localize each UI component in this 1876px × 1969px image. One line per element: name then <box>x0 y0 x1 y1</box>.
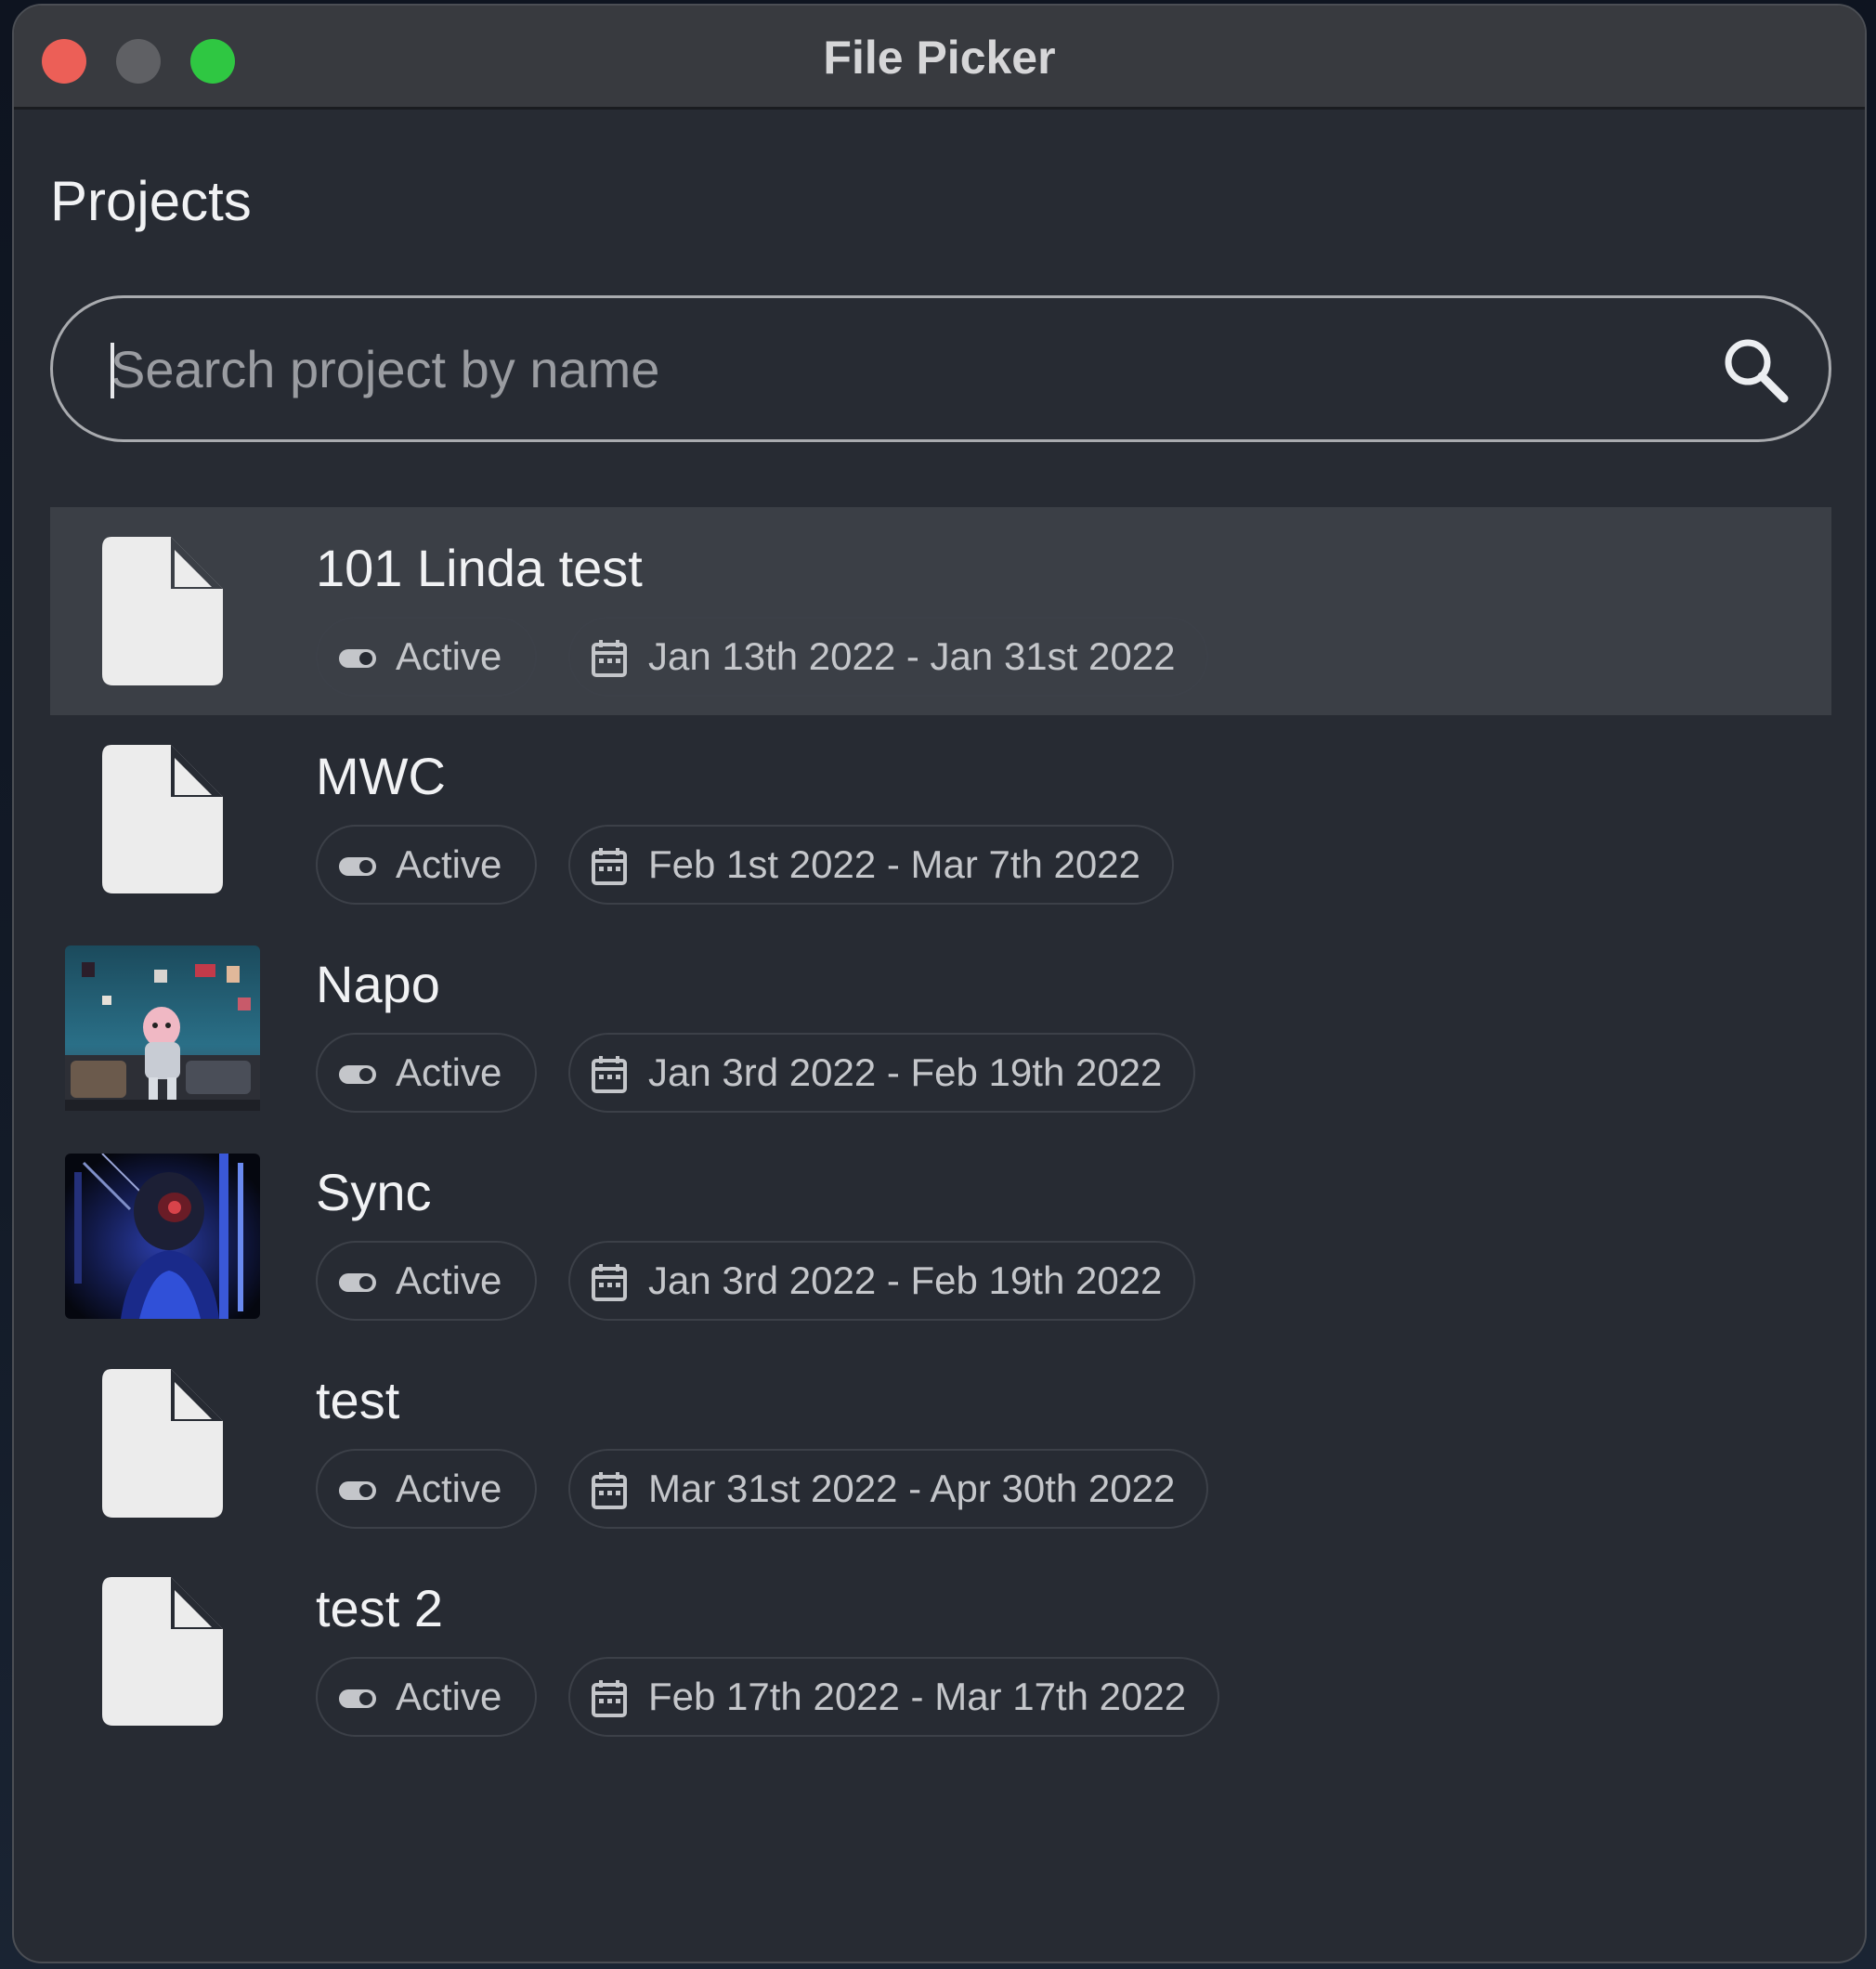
status-label: Active <box>396 1258 502 1302</box>
date-range-label: Jan 13th 2022 - Jan 31st 2022 <box>648 634 1176 678</box>
project-row[interactable]: MWC Active Feb 1st 2022 - Mar 7th 2022 <box>50 715 1831 923</box>
project-row[interactable]: 101 Linda test Active Jan 13th 2022 - Ja… <box>50 507 1831 715</box>
status-chip: Active <box>316 1241 537 1321</box>
toggle-icon <box>339 1273 376 1292</box>
project-name: 101 Linda test <box>316 539 643 597</box>
document-icon <box>102 745 223 893</box>
project-thumbnail <box>65 945 260 1111</box>
window-title: File Picker <box>823 32 1056 84</box>
date-range-chip: Jan 3rd 2022 - Feb 19th 2022 <box>568 1241 1196 1321</box>
project-row[interactable]: test Active Mar 31st 2022 - Apr 30th 202… <box>50 1339 1831 1547</box>
calendar-icon <box>592 1680 627 1717</box>
document-icon <box>102 537 223 685</box>
calendar-icon <box>592 1264 627 1301</box>
status-chip: Active <box>316 617 537 697</box>
title-bar: File Picker <box>14 6 1865 110</box>
status-label: Active <box>396 842 502 886</box>
date-range-label: Mar 31st 2022 - Apr 30th 2022 <box>648 1467 1176 1510</box>
page-title: Projects <box>50 170 252 232</box>
status-chip: Active <box>316 1449 537 1529</box>
status-chip: Active <box>316 825 537 905</box>
toggle-icon <box>339 649 376 668</box>
status-label: Active <box>396 1675 502 1718</box>
project-name: test 2 <box>316 1579 443 1637</box>
date-range-chip: Feb 17th 2022 - Mar 17th 2022 <box>568 1657 1220 1737</box>
search-icon[interactable] <box>1721 335 1790 404</box>
project-list: 101 Linda test Active Jan 13th 2022 - Ja… <box>50 507 1831 1755</box>
search-box <box>50 295 1831 442</box>
toggle-icon <box>339 1689 376 1708</box>
date-range-label: Jan 3rd 2022 - Feb 19th 2022 <box>648 1050 1163 1094</box>
status-label: Active <box>396 634 502 678</box>
project-row[interactable]: Sync Active Jan 3rd 2022 - Feb 19th 2022 <box>50 1131 1831 1339</box>
date-range-chip: Feb 1st 2022 - Mar 7th 2022 <box>568 825 1174 905</box>
status-chip: Active <box>316 1657 537 1737</box>
date-range-chip: Mar 31st 2022 - Apr 30th 2022 <box>568 1449 1209 1529</box>
date-range-chip: Jan 13th 2022 - Jan 31st 2022 <box>568 617 1209 697</box>
toggle-icon <box>339 857 376 876</box>
document-icon <box>102 1577 223 1726</box>
text-cursor <box>111 343 114 398</box>
calendar-icon <box>592 1472 627 1509</box>
document-icon <box>102 1369 223 1518</box>
status-label: Active <box>396 1467 502 1510</box>
status-chip: Active <box>316 1033 537 1113</box>
status-label: Active <box>396 1050 502 1094</box>
project-row[interactable]: test 2 Active Feb 17th 2022 - Mar 17th 2… <box>50 1547 1831 1755</box>
project-thumbnail <box>65 1154 260 1319</box>
calendar-icon <box>592 640 627 677</box>
date-range-label: Jan 3rd 2022 - Feb 19th 2022 <box>648 1258 1163 1302</box>
toggle-icon <box>339 1481 376 1500</box>
project-name: Napo <box>316 955 440 1013</box>
date-range-label: Feb 1st 2022 - Mar 7th 2022 <box>648 842 1140 886</box>
calendar-icon <box>592 848 627 885</box>
file-picker-window: File Picker Projects 101 Linda test <box>12 4 1867 1963</box>
project-row[interactable]: Napo Active Jan 3rd 2022 - Feb 19th 2022 <box>50 923 1831 1131</box>
search-input[interactable] <box>111 326 1671 411</box>
project-name: MWC <box>316 747 446 805</box>
toggle-icon <box>339 1065 376 1084</box>
project-name: Sync <box>316 1163 432 1221</box>
date-range-label: Feb 17th 2022 - Mar 17th 2022 <box>648 1675 1187 1718</box>
calendar-icon <box>592 1056 627 1093</box>
project-name: test <box>316 1371 400 1429</box>
date-range-chip: Jan 3rd 2022 - Feb 19th 2022 <box>568 1033 1196 1113</box>
